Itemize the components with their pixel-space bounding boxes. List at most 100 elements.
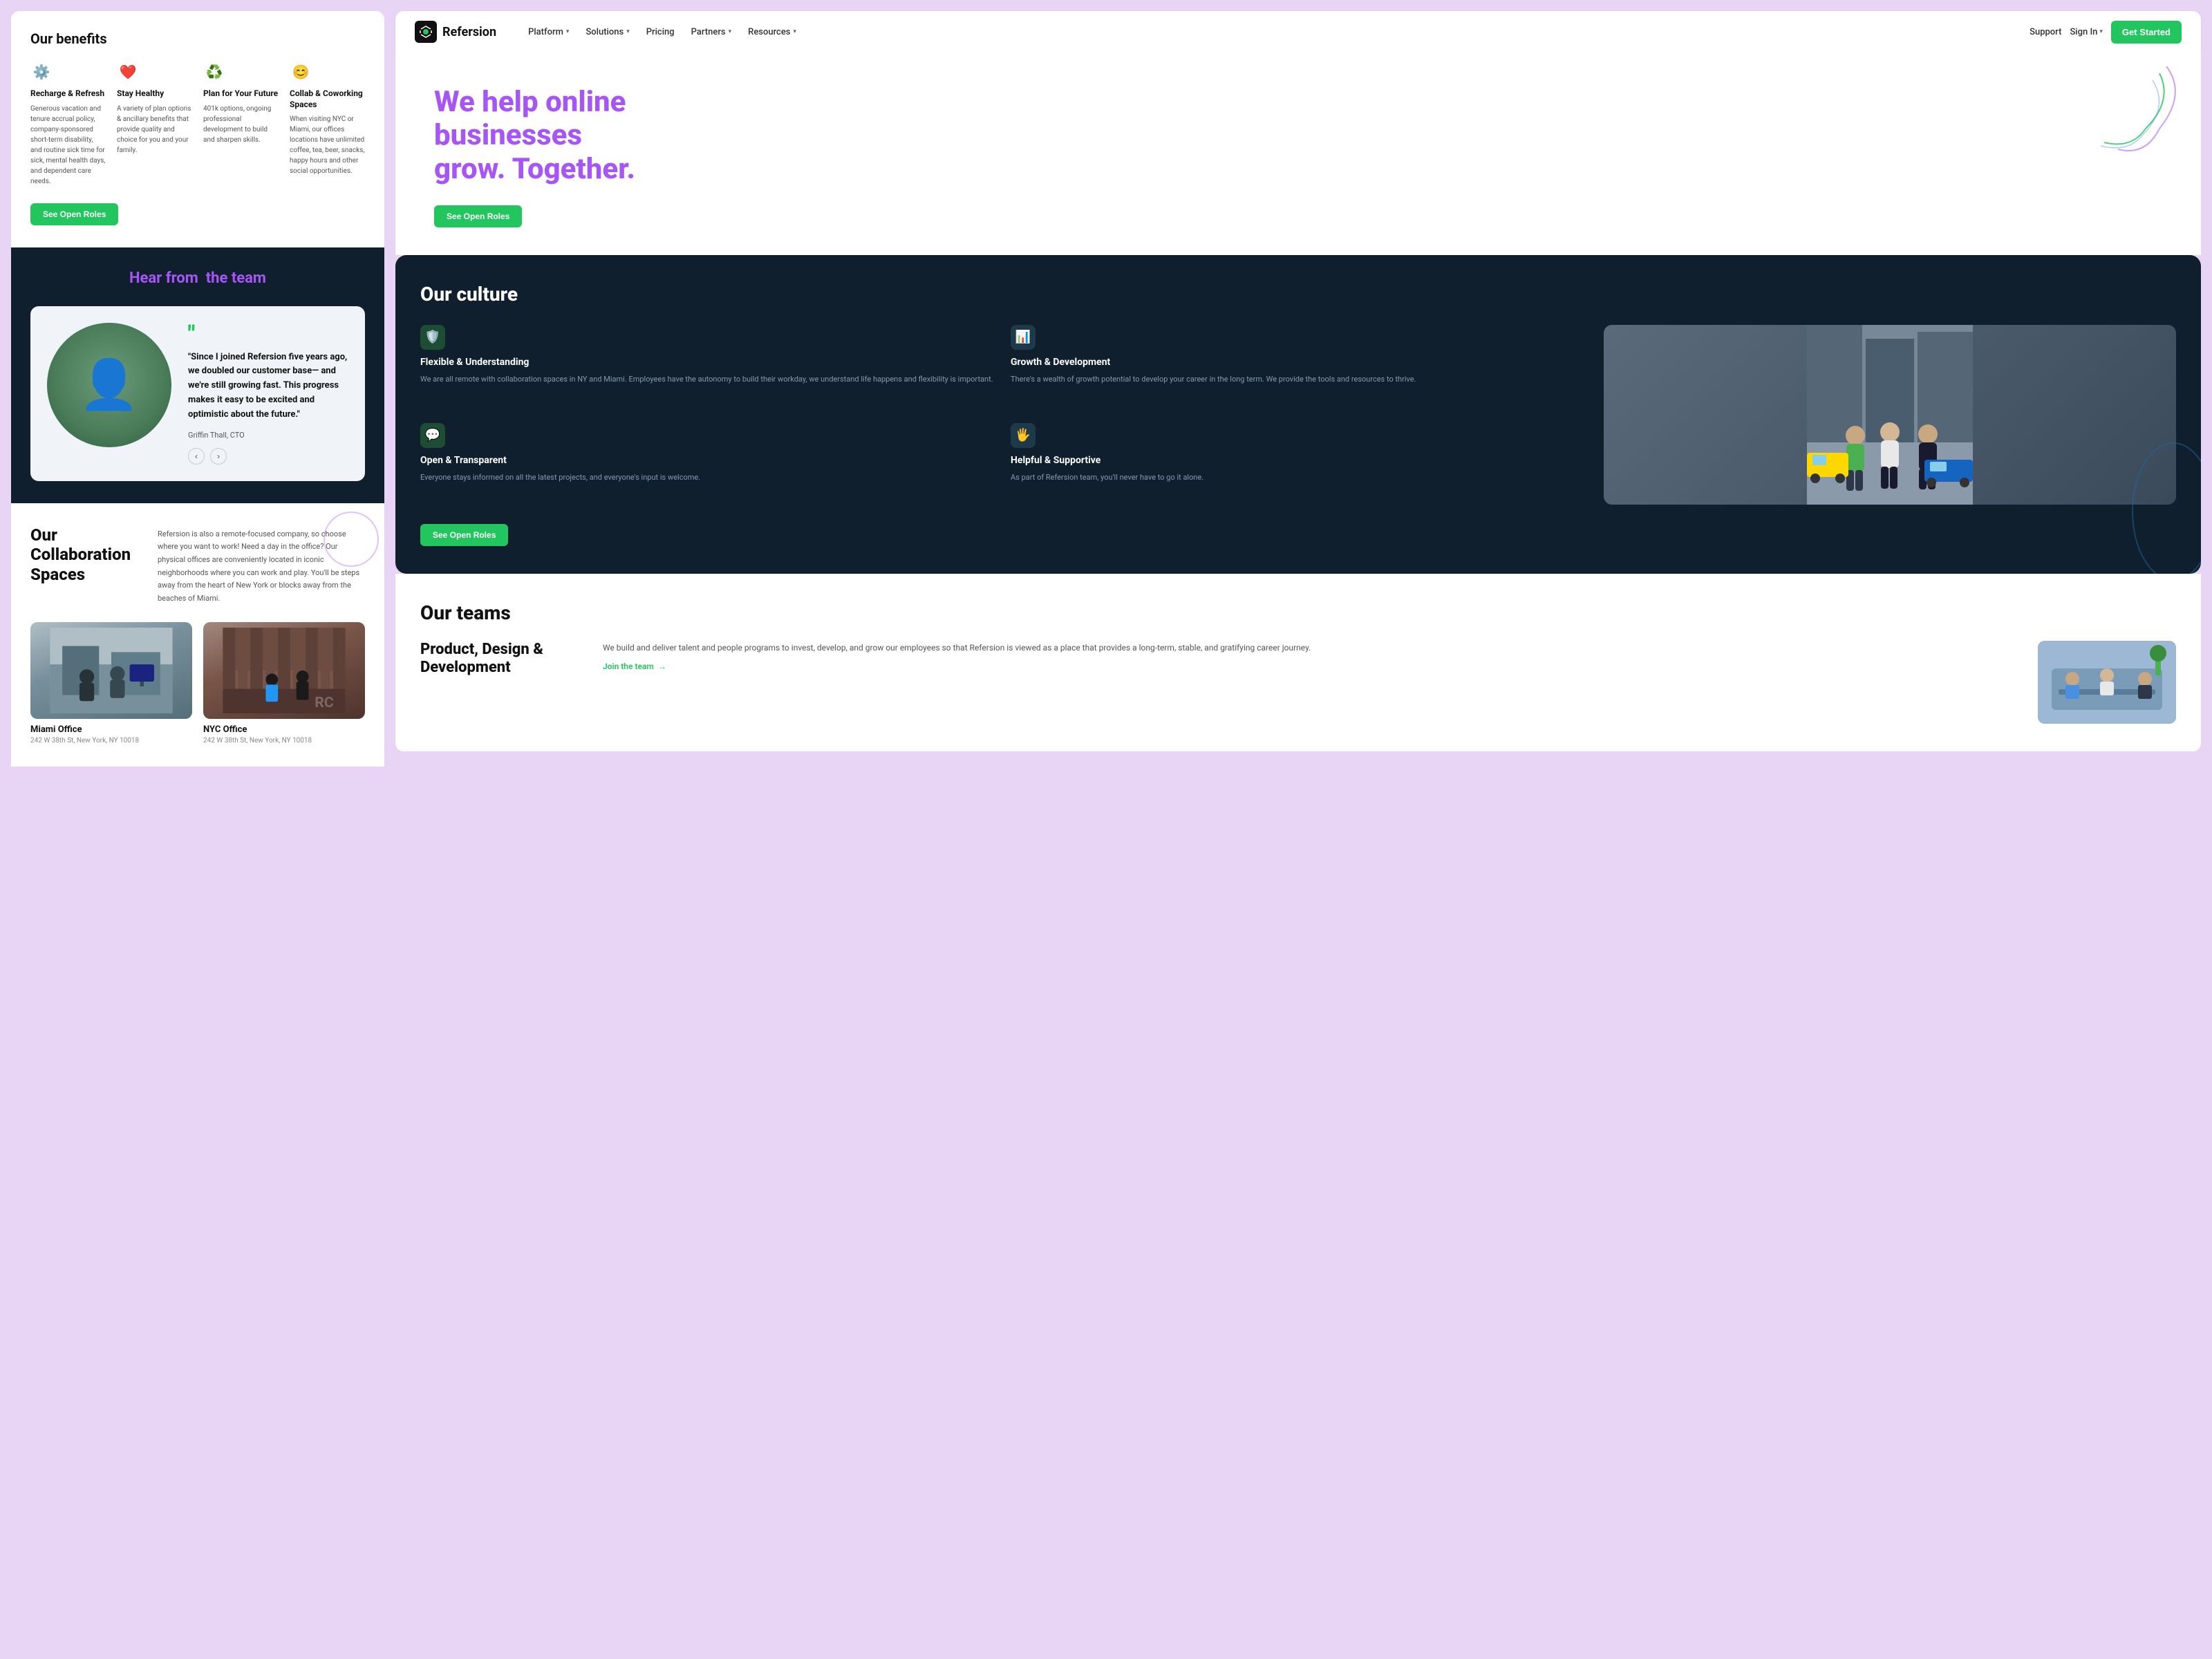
open-desc: Everyone stays informed on all the lates… [420,471,994,484]
nyc-photo-placeholder: RC [203,622,365,719]
flexible-desc: We are all remote with collaboration spa… [420,373,994,386]
nav-signin-link[interactable]: Sign In ▾ [2070,27,2102,37]
hero-headline-highlight: Together. [512,152,635,186]
hero-headline-1: We help online businesses [434,85,626,152]
benefit-icon-future: ♻️ [203,61,225,83]
person-photo: 👤 [47,323,171,447]
flexible-icon: 🛡️ [420,325,445,350]
right-panel: Refersion Platform ▾ Solutions ▾ Pricing… [395,11,2201,1648]
benefit-name-recharge: Recharge & Refresh [30,88,106,100]
culture-section: Our culture 🛡️ Flexible & Understanding … [395,255,2201,574]
nav-links: Platform ▾ Solutions ▾ Pricing Partners … [521,23,2016,41]
office-card-nyc: RC NYC Office 242 W 38th St, New York, N… [203,622,365,744]
collab-header: Our Collaboration Spaces Refersion is al… [30,525,365,606]
hero-decoration-svg [2035,59,2187,184]
logo-icon [415,21,437,43]
team-item-product: Product, Design & Development We build a… [420,641,2176,724]
helpful-icon: 🖐️ [1011,423,1035,448]
navbar: Refersion Platform ▾ Solutions ▾ Pricing… [395,11,2201,53]
teams-title: Our teams [420,601,2176,624]
collab-section: Our Collaboration Spaces Refersion is al… [11,503,384,767]
testimonial-nav: ‹ › [188,448,348,465]
nav-support-link[interactable]: Support [2030,27,2061,37]
culture-feature-helpful: 🖐️ Helpful & Supportive As part of Refer… [1011,423,1584,505]
culture-photo [1604,325,2176,505]
nav-item-resources[interactable]: Resources ▾ [741,23,803,41]
quote-mark-icon: " [188,323,348,345]
culture-cta-button[interactable]: See Open Roles [420,524,508,546]
miami-office-photo [30,622,192,719]
miami-photo-placeholder [30,622,192,719]
growth-desc: There's a wealth of growth potential to … [1011,373,1584,386]
hero-headline-2: grow. [434,152,505,186]
benefit-desc-collab: When visiting NYC or Miami, our offices … [290,114,365,176]
open-icon: 💬 [420,423,445,448]
platform-chevron-icon: ▾ [566,28,570,35]
benefit-item-healthy: ❤️ Stay Healthy A variety of plan option… [117,61,192,187]
culture-features: 🛡️ Flexible & Understanding We are all r… [420,325,1584,505]
teams-section: Our teams Product, Design & Development … [395,574,2201,751]
culture-feature-open: 💬 Open & Transparent Everyone stays info… [420,423,994,505]
testimonial-section: Hear from the team 👤 " "Since I joined R… [11,247,384,503]
team-content-product: We build and deliver talent and people p… [603,641,2021,671]
nyc-office-name: NYC Office [203,724,365,735]
team-link-arrow-icon: → [658,662,666,671]
benefit-item-recharge: ⚙️ Recharge & Refresh Generous vacation … [30,61,106,187]
office-card-miami: Miami Office 242 W 38th St, New York, NY… [30,622,192,744]
benefit-name-healthy: Stay Healthy [117,88,192,100]
miami-office-name: Miami Office [30,724,192,735]
collab-images: Miami Office 242 W 38th St, New York, NY… [30,622,365,744]
collab-circle-decoration [324,512,379,567]
collab-title: Our Collaboration Spaces [30,525,141,606]
nav-item-solutions[interactable]: Solutions ▾ [579,23,636,41]
team-photo-product [2038,641,2176,724]
testimonial-prev-button[interactable]: ‹ [188,448,205,465]
solutions-chevron-icon: ▾ [626,28,630,35]
nav-item-pricing[interactable]: Pricing [639,23,682,41]
partners-chevron-icon: ▾ [729,28,732,35]
hero-cta-button[interactable]: See Open Roles [434,205,522,227]
hero-title: We help online businesses grow. Together… [434,86,766,186]
logo: Refersion [415,21,496,43]
open-name: Open & Transparent [420,455,994,466]
testimonial-avatar: 👤 [47,323,171,447]
miami-office-address: 242 W 38th St, New York, NY 10018 [30,737,192,744]
benefits-title: Our benefits [30,30,365,47]
benefit-icon-healthy: ❤️ [117,61,139,83]
benefit-item-collab: 😊 Collab & Coworking Spaces When visitin… [290,61,365,187]
testimonial-author: Griffin Thall, CTO [188,431,348,440]
benefit-desc-recharge: Generous vacation and tenure accrual pol… [30,104,106,187]
culture-feature-growth: 📊 Growth & Development There's a wealth … [1011,325,1584,406]
benefit-name-collab: Collab & Coworking Spaces [290,88,365,110]
growth-name: Growth & Development [1011,357,1584,368]
culture-grid: 🛡️ Flexible & Understanding We are all r… [420,325,2176,505]
culture-btn-row: See Open Roles [420,524,2176,546]
nav-item-platform[interactable]: Platform ▾ [521,23,576,41]
benefit-icon-collab: 😊 [290,61,312,83]
benefit-item-future: ♻️ Plan for Your Future 401k options, on… [203,61,279,187]
testimonial-content: " "Since I joined Refersion five years a… [188,323,348,465]
benefits-cta-button[interactable]: See Open Roles [30,203,118,225]
culture-title: Our culture [420,283,2176,306]
get-started-button[interactable]: Get Started [2111,21,2182,44]
culture-feature-flexible: 🛡️ Flexible & Understanding We are all r… [420,325,994,406]
testimonial-card: 👤 " "Since I joined Refersion five years… [30,306,365,481]
nav-item-partners[interactable]: Partners ▾ [684,23,739,41]
testimonial-next-button[interactable]: › [210,448,227,465]
hero-section: We help online businesses grow. Together… [395,53,2201,255]
testimonial-quote: "Since I joined Refersion five years ago… [188,350,348,422]
testimonial-heading-highlight: the team [206,270,266,287]
testimonial-heading: Hear from the team [30,270,365,287]
growth-icon: 📊 [1011,325,1035,350]
signin-chevron-icon: ▾ [2099,28,2103,35]
helpful-desc: As part of Refersion team, you'll never … [1011,471,1584,484]
benefit-name-future: Plan for Your Future [203,88,279,100]
left-panel: Our benefits ⚙️ Recharge & Refresh Gener… [11,11,384,1648]
team-name-product: Product, Design & Development [420,641,586,677]
benefit-desc-future: 401k options, ongoing professional devel… [203,104,279,145]
nyc-office-photo: RC [203,622,365,719]
team-desc-product: We build and deliver talent and people p… [603,641,2021,655]
benefit-desc-healthy: A variety of plan options & ancillary be… [117,104,192,156]
team-link-product[interactable]: Join the team → [603,662,2021,671]
testimonial-heading-static: Hear from [129,270,198,287]
